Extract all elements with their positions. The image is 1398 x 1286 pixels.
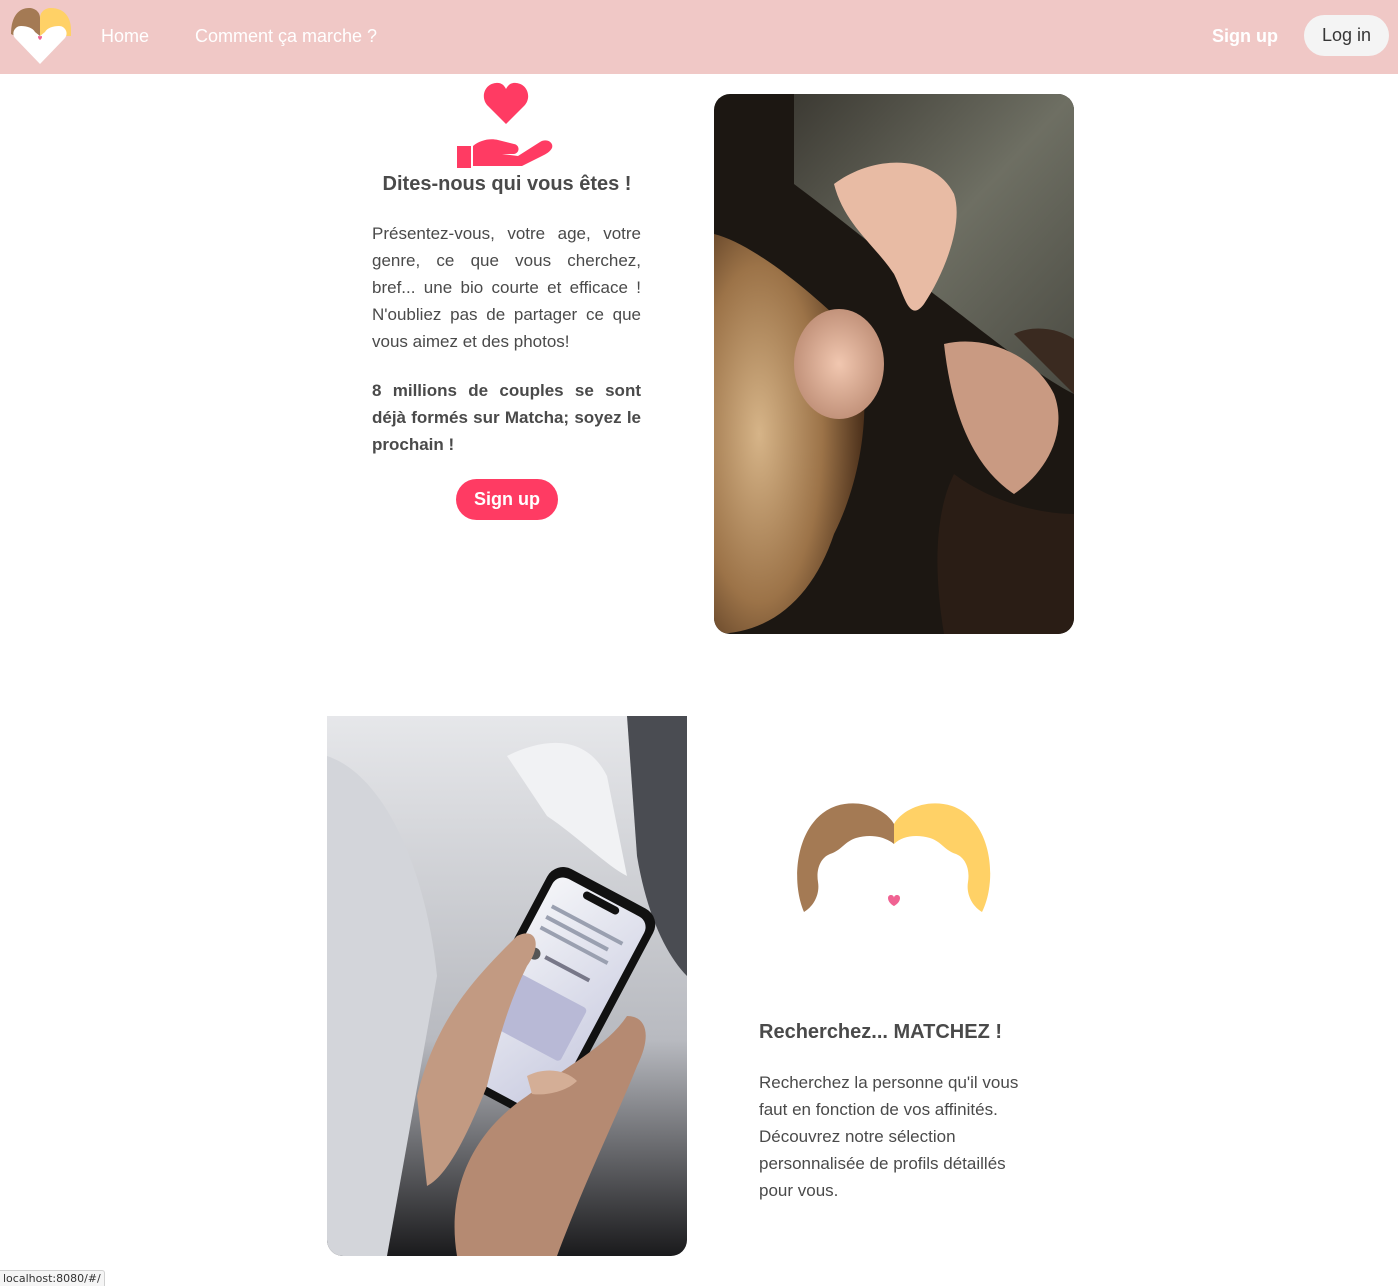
- nav-home-link[interactable]: Home: [101, 24, 149, 48]
- match-section-body: Recherchez la personne qu'il vous faut e…: [759, 1073, 1019, 1200]
- navbar: Home Comment ça marche ? Sign up Log in: [0, 0, 1398, 74]
- profile-section-title: Dites-nous qui vous êtes !: [382, 173, 632, 195]
- login-button[interactable]: Log in: [1304, 15, 1389, 56]
- match-section-title: Recherchez... MATCHEZ !: [759, 1021, 1002, 1043]
- profile-section-highlight: 8 millions de couples se sont déjà formé…: [372, 381, 641, 454]
- profile-section-body: Présentez-vous, votre age, votre genre, …: [372, 224, 641, 351]
- status-bar-url: localhost:8080/#/: [0, 1270, 105, 1286]
- signup-cta-button[interactable]: Sign up: [456, 479, 558, 520]
- two-faces-heart-icon: [797, 803, 991, 912]
- phone-photo: [327, 716, 687, 1256]
- nav-signup-link[interactable]: Sign up: [1212, 24, 1278, 48]
- nav-how-it-works-link[interactable]: Comment ça marche ?: [195, 24, 377, 48]
- heart-in-hand-icon: [457, 82, 553, 168]
- matcha-logo[interactable]: [7, 6, 73, 66]
- couple-photo: [714, 94, 1074, 634]
